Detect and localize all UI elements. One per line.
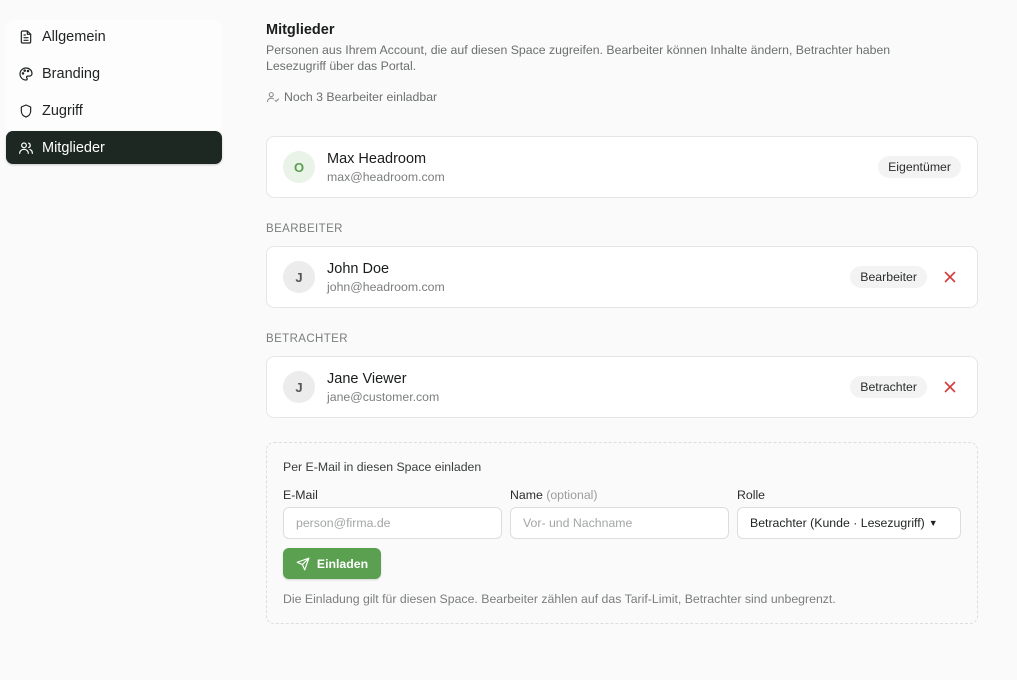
sidebar-item-label: Allgemein bbox=[42, 28, 106, 45]
invite-title: Per E-Mail in diesen Space einladen bbox=[283, 460, 482, 474]
sidebar-item-mitglieder[interactable]: Mitglieder bbox=[6, 131, 222, 164]
owner-card: O Max Headroom max@headroom.com Eigentüm… bbox=[266, 136, 978, 198]
sidebar-item-allgemein[interactable]: Allgemein bbox=[6, 20, 222, 53]
role-badge[interactable]: Bearbeiter bbox=[850, 266, 927, 288]
name-label: Name (optional) bbox=[510, 488, 598, 502]
invite-button[interactable]: Einladen bbox=[283, 548, 381, 579]
send-icon bbox=[296, 557, 310, 571]
page-description: Personen aus Ihrem Account, die auf dies… bbox=[266, 43, 891, 73]
member-name: Max Headroom bbox=[327, 150, 427, 167]
palette-icon bbox=[18, 66, 34, 82]
sidebar-item-label: Zugriff bbox=[42, 102, 83, 119]
role-badge: Eigentümer bbox=[878, 156, 961, 178]
sidebar-item-zugriff[interactable]: Zugriff bbox=[6, 94, 222, 127]
avatar: J bbox=[283, 371, 315, 403]
member-name: Jane Viewer bbox=[327, 370, 407, 387]
invite-form: Per E-Mail in diesen Space einladen E-Ma… bbox=[266, 442, 978, 624]
optional-hint: (optional) bbox=[546, 488, 598, 502]
role-label: Rolle bbox=[737, 488, 766, 502]
avatar: O bbox=[283, 151, 315, 183]
document-icon bbox=[18, 29, 34, 45]
role-badge[interactable]: Betrachter bbox=[850, 376, 927, 398]
remove-member-button[interactable] bbox=[943, 270, 957, 284]
member-card: J John Doe john@headroom.com Bearbeiter bbox=[266, 246, 978, 308]
section-label-editors: BEARBEITER bbox=[266, 223, 343, 235]
email-label: E-Mail bbox=[283, 488, 318, 502]
member-email: max@headroom.com bbox=[327, 169, 445, 184]
member-card: J Jane Viewer jane@customer.com Betracht… bbox=[266, 356, 978, 418]
role-select[interactable]: Betrachter (Kunde · Lesezugriff) ▼ bbox=[737, 507, 961, 539]
sidebar-item-branding[interactable]: Branding bbox=[6, 57, 222, 90]
invite-button-label: Einladen bbox=[316, 556, 369, 571]
editor-quota-text: Noch 3 Bearbeiter einladbar bbox=[284, 90, 438, 104]
name-label-text: Name bbox=[510, 488, 543, 502]
members-panel: Mitglieder Personen aus Ihrem Account, d… bbox=[266, 20, 978, 624]
sidebar-item-label: Mitglieder bbox=[42, 139, 105, 156]
section-label-viewers: BETRACHTER bbox=[266, 333, 348, 345]
avatar: J bbox=[283, 261, 315, 293]
page-title: Mitglieder bbox=[266, 22, 335, 38]
invite-hint: Die Einladung gilt für diesen Space. Bea… bbox=[283, 592, 836, 606]
user-check-icon bbox=[266, 90, 280, 104]
member-email: jane@customer.com bbox=[327, 389, 440, 404]
shield-icon bbox=[18, 103, 34, 119]
sidebar: Allgemein Branding Zugriff Mitglieder bbox=[6, 20, 222, 168]
member-name: John Doe bbox=[327, 260, 390, 277]
email-field[interactable] bbox=[283, 507, 502, 539]
role-select-value: Betrachter (Kunde · Lesezugriff) bbox=[750, 516, 925, 530]
close-icon bbox=[944, 381, 956, 393]
name-field[interactable] bbox=[510, 507, 729, 539]
remove-member-button[interactable] bbox=[943, 380, 957, 394]
caret-down-icon: ▼ bbox=[928, 518, 938, 528]
editor-quota: Noch 3 Bearbeiter einladbar bbox=[266, 90, 978, 104]
users-icon bbox=[18, 140, 34, 156]
sidebar-item-label: Branding bbox=[42, 65, 101, 82]
member-email: john@headroom.com bbox=[327, 279, 445, 294]
close-icon bbox=[944, 271, 956, 283]
